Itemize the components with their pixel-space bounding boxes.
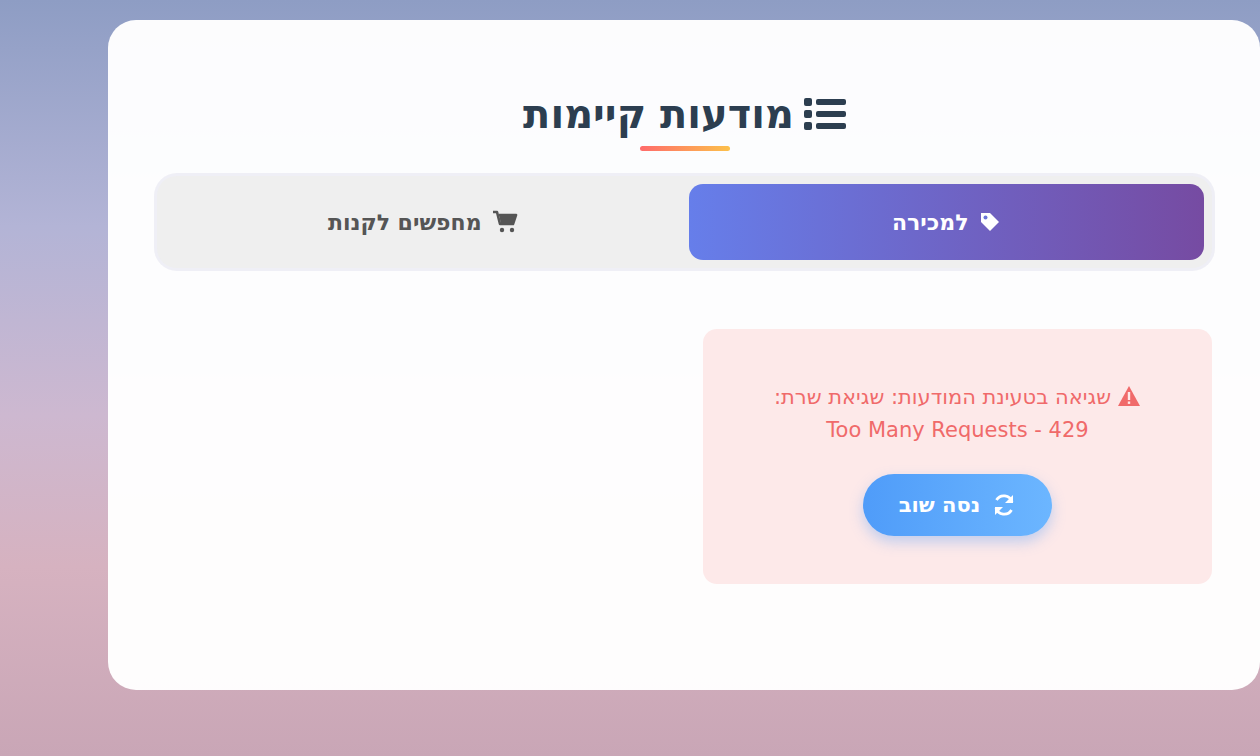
header: מודעות קיימות [157, 92, 1212, 151]
retry-label: נסה שוב [899, 493, 980, 517]
tag-icon [979, 211, 1001, 233]
refresh-icon [992, 493, 1016, 517]
tab-label: למכירה [892, 210, 969, 235]
title-underline [640, 146, 730, 151]
error-box: שגיאה בטעינת המודעות: שגיאת שרת: 429 - T… [703, 329, 1212, 584]
error-message: שגיאה בטעינת המודעות: שגיאת שרת: 429 - T… [773, 381, 1142, 446]
beach-background: מודעות קיימות למכירה מחפשים לקנות שגיאה בטע… [0, 0, 1260, 756]
page-title: מודעות קיימות [523, 92, 846, 136]
retry-button[interactable]: נסה שוב [863, 474, 1052, 536]
cart-icon [492, 210, 518, 234]
ads-list: שגיאה בטעינת המודעות: שגיאת שרת: 429 - T… [157, 329, 1212, 584]
tab-label: מחפשים לקנות [328, 210, 482, 235]
error-text: שגיאה בטעינת המודעות: שגיאת שרת: 429 - T… [774, 385, 1111, 442]
warning-icon [1117, 385, 1141, 407]
tab-bar: למכירה מחפשים לקנות [157, 176, 1212, 268]
tab[interactable]: למכירה [689, 184, 1205, 260]
title-text: מודעות קיימות [523, 92, 794, 136]
list-icon [804, 96, 846, 132]
tab[interactable]: מחפשים לקנות [165, 184, 681, 260]
ads-card: מודעות קיימות למכירה מחפשים לקנות שגיאה בטע… [108, 20, 1260, 690]
empty-column [157, 329, 666, 584]
